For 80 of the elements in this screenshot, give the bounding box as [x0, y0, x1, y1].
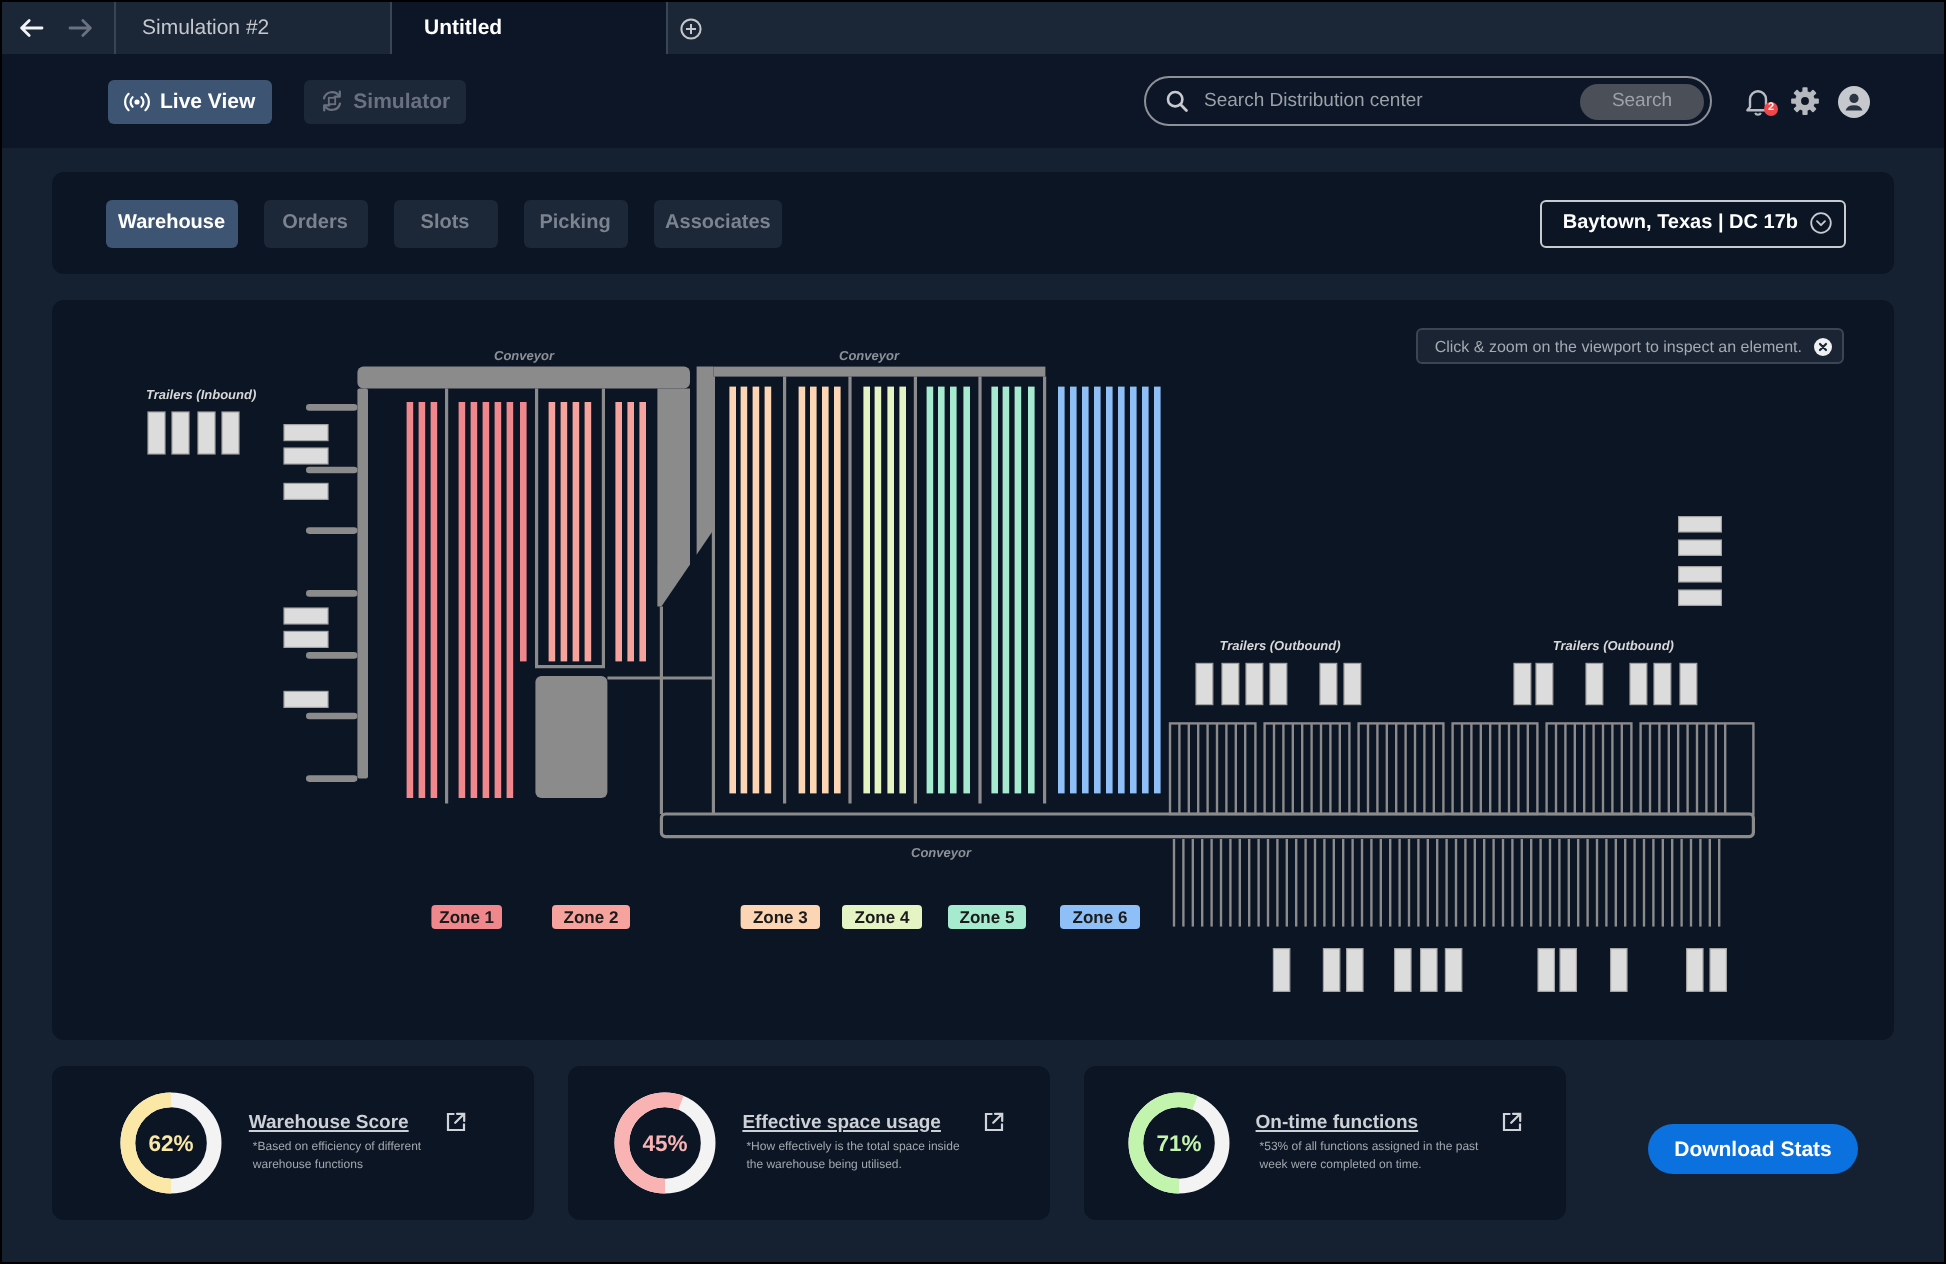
external-link-icon[interactable]: [1502, 1111, 1523, 1131]
broadcast-icon: [124, 91, 150, 111]
trailer: [1559, 948, 1577, 992]
view-tab[interactable]: Picking: [523, 199, 628, 247]
trailer: [283, 447, 329, 465]
trailer: [1585, 662, 1604, 706]
trailer: [1195, 662, 1214, 706]
location-dropdown[interactable]: Baytown, Texas | DC 17b: [1540, 199, 1846, 247]
zone-label: Zone 2: [552, 905, 630, 929]
zone-label: Zone 3: [740, 905, 820, 929]
trailer: [1610, 948, 1628, 992]
trailer: [1535, 662, 1554, 706]
floor-block: [535, 676, 608, 798]
stat-title-link[interactable]: On-time functions: [1255, 1111, 1479, 1133]
conveyor-spur: [306, 404, 358, 411]
trailer: [1653, 662, 1672, 706]
trailer: [1444, 948, 1463, 992]
trailer: [1221, 662, 1240, 706]
trailer: [1679, 662, 1698, 706]
conveyor-spur: [306, 466, 358, 474]
trailer: [1420, 948, 1438, 992]
user-avatar-icon[interactable]: [1838, 85, 1870, 117]
plus-icon[interactable]: [680, 17, 702, 39]
conveyor-spur: [306, 527, 358, 534]
view-tab[interactable]: Orders: [263, 199, 368, 247]
gauge-value: 71%: [1156, 1133, 1202, 1158]
zone-label: Zone 6: [1060, 905, 1140, 929]
download-stats-button[interactable]: Download Stats: [1648, 1124, 1858, 1174]
trailer: [283, 630, 329, 648]
trailer: [1678, 566, 1722, 583]
trailer: [1513, 662, 1532, 706]
trailer: [1272, 948, 1291, 992]
conveyor-spur: [306, 652, 358, 659]
trailer: [147, 411, 166, 455]
conveyor-spur: [306, 775, 358, 782]
view-tab[interactable]: Slots: [393, 199, 498, 247]
zone-label: Zone 5: [948, 905, 1026, 929]
settings-icon[interactable]: [1790, 86, 1820, 116]
trailer: [1319, 662, 1338, 706]
stat-title-link[interactable]: Effective space usage: [742, 1111, 960, 1133]
gauge-value: 45%: [642, 1133, 688, 1158]
trailer: [1678, 516, 1722, 533]
external-link-icon[interactable]: [983, 1111, 1004, 1131]
view-tab[interactable]: Warehouse: [106, 199, 238, 247]
sync-icon: [319, 90, 344, 112]
trailer: [1394, 948, 1412, 992]
close-icon[interactable]: [1814, 337, 1832, 355]
trailer: [283, 607, 329, 625]
trailer: [197, 411, 216, 455]
trailer: [1629, 662, 1648, 706]
bell-icon[interactable]: [1744, 86, 1772, 116]
trailer: [1343, 662, 1362, 706]
view-tab[interactable]: Associates: [653, 199, 783, 247]
trailer: [1709, 948, 1727, 992]
trailer: [283, 690, 329, 708]
browser-tab[interactable]: Untitled: [390, 2, 666, 54]
zone-label: Zone 4: [842, 905, 922, 929]
hint-text: Click & zoom on the viewport to inspect an element.: [1434, 337, 1802, 355]
trailer: [283, 482, 329, 500]
trailer: [1537, 948, 1555, 992]
trailer: [1346, 948, 1364, 992]
trailer: [1269, 662, 1288, 706]
trailer: [221, 411, 240, 455]
trailer: [1678, 539, 1722, 556]
external-link-icon[interactable]: [445, 1111, 466, 1131]
zone-label: Zone 1: [431, 905, 502, 929]
trailer: [1686, 948, 1704, 992]
conveyor-spur: [306, 590, 358, 597]
mode-button[interactable]: Live View: [108, 79, 272, 123]
chevron-down-icon: [1810, 212, 1832, 234]
trailer: [171, 411, 190, 455]
search-icon: [1166, 90, 1188, 112]
conveyor-spur: [306, 712, 358, 720]
trailer: [1245, 662, 1264, 706]
trailer: [1322, 948, 1341, 992]
stat-title-link[interactable]: Warehouse Score: [248, 1111, 422, 1133]
trailer: [1678, 589, 1722, 606]
trailer: [283, 424, 329, 442]
gauge-value: 62%: [149, 1133, 195, 1158]
back-arrow-icon[interactable]: [18, 18, 44, 38]
